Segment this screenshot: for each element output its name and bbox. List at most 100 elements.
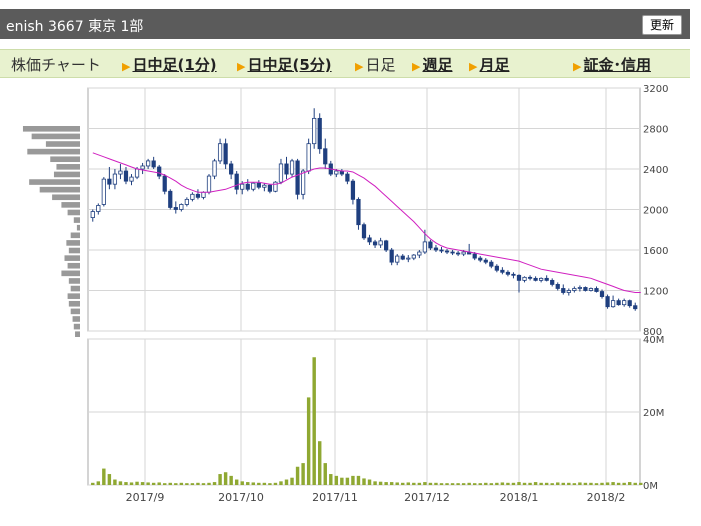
profile-bar: [70, 308, 80, 315]
volume-bar: [190, 483, 195, 485]
profile-bar: [52, 194, 80, 201]
candle-body: [90, 211, 95, 218]
volume-bar: [257, 482, 261, 485]
stock-chart: 320028002400200016001200800 40M20M0M 201…: [22, 84, 668, 504]
candle-body: [583, 287, 588, 291]
candle-body: [168, 190, 173, 208]
volume-bar: [351, 475, 355, 485]
price-tick-label: 2800: [643, 125, 668, 136]
volume-bar: [406, 482, 410, 485]
volume-bar: [318, 441, 322, 485]
volume-bar: [312, 357, 316, 485]
candle-body: [179, 204, 184, 210]
date-tick-label: 2017/11: [312, 491, 358, 504]
candle-body: [118, 170, 123, 175]
candle-body: [489, 261, 494, 267]
volume-bar: [611, 482, 615, 485]
volume-bar: [578, 482, 582, 485]
candle-body: [389, 249, 394, 263]
candle-body: [444, 250, 450, 253]
candle-body: [350, 180, 356, 200]
price-axis: 320028002400200016001200800: [643, 84, 668, 338]
candle-body: [295, 160, 300, 195]
volume-bar: [102, 468, 106, 485]
candle-body: [223, 143, 228, 165]
candle-body: [566, 290, 571, 293]
triangle-icon: ▶: [573, 60, 582, 73]
volume-bar: [389, 482, 394, 485]
triangle-icon: ▶: [237, 60, 246, 73]
price-tick-label: 2400: [643, 165, 668, 176]
volume-bar: [600, 482, 604, 485]
volume-bar: [334, 475, 339, 485]
candle-body: [400, 255, 405, 260]
volume-bar: [251, 482, 256, 485]
candle-body: [433, 247, 439, 251]
volume-bar: [561, 482, 565, 485]
candle-body: [300, 170, 306, 195]
profile-bar: [67, 293, 80, 299]
nav-margin[interactable]: ▶ 証金･信用: [573, 54, 651, 75]
volume-tick-label: 0M: [643, 481, 658, 492]
price-tick-label: 1600: [643, 246, 668, 257]
chart-header-bar: enish 3667 東京 1部 更新: [0, 9, 690, 39]
volume-bar: [445, 483, 449, 485]
candle-body: [206, 175, 212, 193]
volume-bar: [522, 482, 527, 485]
nav-intraday-1min[interactable]: ▶ 日中足(1分): [122, 54, 217, 75]
candle-body: [605, 296, 610, 308]
volume-bar: [340, 477, 344, 485]
volume-bar: [472, 483, 477, 485]
nav-weekly[interactable]: ▶ 週足: [412, 54, 452, 75]
nav-daily: ▶ 日足: [355, 56, 396, 74]
triangle-icon: ▶: [469, 60, 478, 73]
volume-bar: [118, 481, 123, 485]
volume-bar: [240, 481, 244, 485]
profile-bar: [73, 323, 80, 330]
candle-body: [572, 288, 577, 291]
volume-bar: [583, 482, 588, 485]
volume-bar: [622, 482, 626, 485]
candle-body: [195, 193, 201, 198]
volume-bar: [96, 481, 101, 485]
volume-bar: [572, 483, 577, 485]
volume-bar: [135, 481, 139, 485]
candle-body: [599, 291, 605, 297]
candle-body: [284, 163, 289, 175]
candle-body: [96, 205, 101, 212]
candle-body: [511, 273, 516, 276]
candle-body: [345, 173, 350, 182]
profile-bar: [70, 285, 80, 292]
triangle-icon: ▶: [412, 60, 421, 73]
volume-tick-label: 20M: [643, 408, 664, 419]
volume-bar: [627, 482, 632, 485]
candle-body: [367, 237, 372, 243]
volume-bar: [461, 483, 466, 485]
volume-bar: [356, 475, 361, 485]
candle-body: [461, 251, 466, 255]
volume-bar: [412, 482, 416, 485]
candle-body: [372, 241, 378, 246]
candle-body: [217, 143, 223, 162]
candle-body: [505, 271, 511, 275]
candle-body: [610, 300, 616, 308]
profile-bar: [67, 262, 80, 269]
volume-bar: [323, 463, 327, 485]
date-tick-label: 2018/2: [587, 491, 626, 504]
candle-body: [129, 176, 134, 182]
nav-monthly[interactable]: ▶ 月足: [469, 54, 509, 75]
stock-title: enish 3667 東京 1部: [6, 19, 144, 35]
candle-body: [289, 160, 295, 175]
candle-body: [411, 254, 416, 259]
volume-bar: [113, 479, 117, 485]
volume-bar: [301, 463, 305, 485]
nav-intraday-5min[interactable]: ▶ 日中足(5分): [237, 54, 332, 75]
profile-bar: [50, 156, 80, 163]
volume-bar: [423, 482, 427, 485]
price-volume-profile: [22, 126, 80, 337]
profile-bar: [53, 171, 80, 178]
volume-bar: [506, 482, 510, 485]
refresh-button[interactable]: 更新: [642, 15, 682, 35]
candle-body: [539, 277, 544, 281]
candle-body: [184, 198, 189, 205]
